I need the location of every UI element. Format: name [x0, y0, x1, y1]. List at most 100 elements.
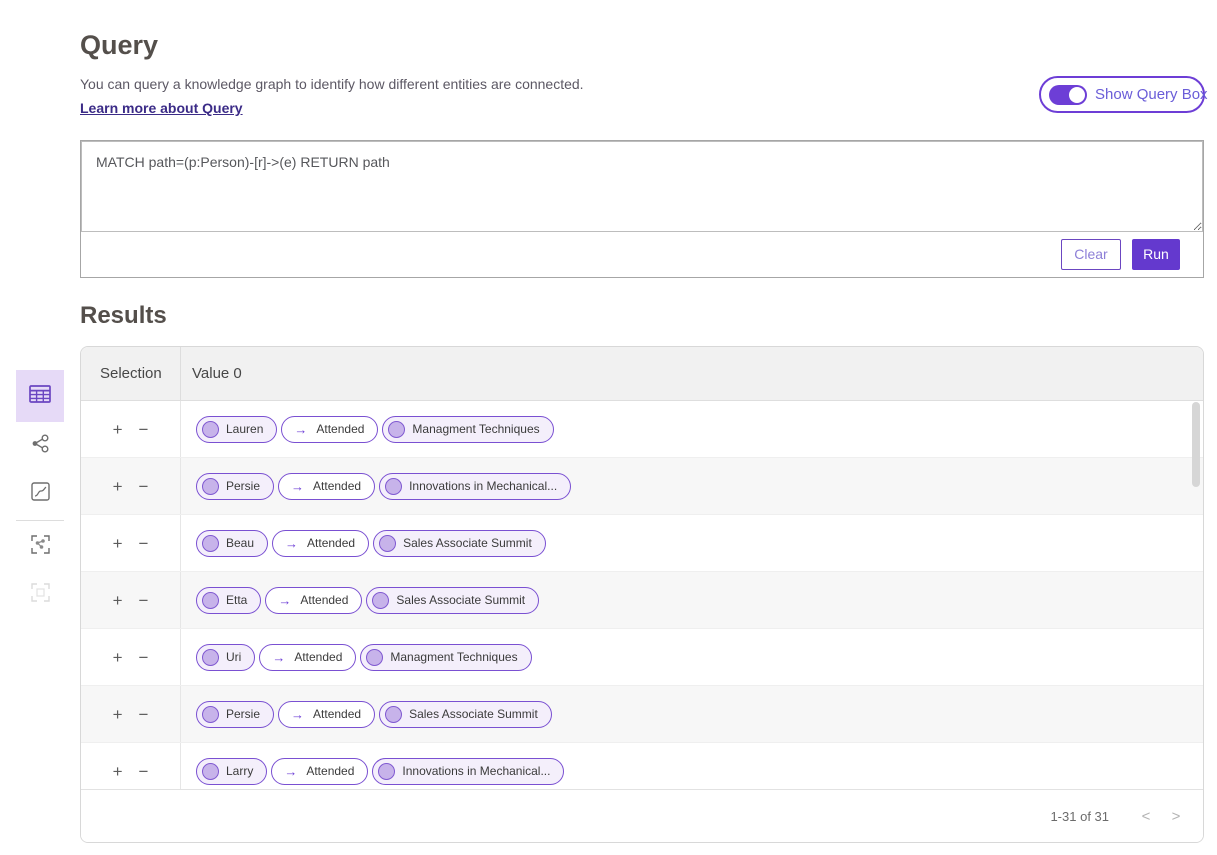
edge-label: Attended — [316, 422, 364, 436]
node-pill[interactable]: Persie — [196, 701, 274, 728]
sidebar-item-graph-view[interactable] — [16, 422, 64, 470]
add-selection-button[interactable]: + — [113, 592, 123, 609]
node-icon — [202, 535, 219, 552]
arrow-right-icon: → — [285, 536, 298, 551]
clear-button[interactable]: Clear — [1061, 239, 1121, 270]
table-row: + − Beau →Attended Sales Associate Summi… — [81, 515, 1203, 572]
add-selection-button[interactable]: + — [113, 763, 123, 780]
edge-pill[interactable]: → Attended — [281, 416, 378, 443]
path-cell: Etta → Attended Sales Associate Summit — [181, 572, 1203, 628]
path-cell: Lauren → Attended Managment Techniques — [181, 401, 1203, 457]
node-pill[interactable]: Innovations in Mechanical... — [379, 473, 571, 500]
node-pill[interactable]: Managment Techniques — [382, 416, 553, 443]
edge-pill[interactable]: →Attended — [272, 530, 369, 557]
node-pill[interactable]: Beau — [196, 530, 268, 557]
query-input[interactable]: MATCH path=(p:Person)-[r]->(e) RETURN pa… — [81, 141, 1203, 232]
table-row: + − Larry →Attended Innovations in Mecha… — [81, 743, 1203, 791]
node-icon — [202, 706, 219, 723]
sidebar-item-table-view[interactable] — [16, 370, 64, 422]
node-pill[interactable]: Sales Associate Summit — [379, 701, 552, 728]
remove-selection-button[interactable]: − — [139, 535, 149, 552]
table-body: + − Lauren → Attended Managment Technique… — [81, 401, 1203, 791]
toggle-label: Show Query Box — [1095, 86, 1208, 103]
node-pill[interactable]: Managment Techniques — [360, 644, 531, 671]
selection-cell: + − — [81, 401, 181, 457]
selection-cell: + − — [81, 629, 181, 685]
node-label: Beau — [226, 536, 254, 550]
add-selection-button[interactable]: + — [113, 706, 123, 723]
path-cell: Uri →Attended Managment Techniques — [181, 629, 1203, 685]
remove-selection-button[interactable]: − — [139, 592, 149, 609]
node-label: Uri — [226, 650, 241, 664]
node-pill[interactable]: Innovations in Mechanical... — [372, 758, 564, 785]
node-icon — [202, 421, 219, 438]
add-selection-button[interactable]: + — [113, 478, 123, 495]
remove-selection-button[interactable]: − — [139, 478, 149, 495]
node-pill[interactable]: Etta — [196, 587, 261, 614]
node-icon — [372, 592, 389, 609]
node-pill[interactable]: Lauren — [196, 416, 277, 443]
remove-selection-button[interactable]: − — [139, 706, 149, 723]
query-actions: Clear Run — [81, 231, 1203, 277]
table-header-row: Selection Value 0 — [81, 347, 1203, 401]
chevron-left-icon: < — [1142, 808, 1151, 825]
node-icon — [202, 649, 219, 666]
node-pill[interactable]: Sales Associate Summit — [366, 587, 539, 614]
node-pill[interactable]: Uri — [196, 644, 255, 671]
edge-pill[interactable]: →Attended — [271, 758, 368, 785]
path-cell: Larry →Attended Innovations in Mechanica… — [181, 743, 1203, 791]
arrow-right-icon: → — [278, 593, 291, 608]
add-selection-button[interactable]: + — [113, 421, 123, 438]
arrow-right-icon: → — [284, 764, 297, 779]
remove-selection-button[interactable]: − — [139, 649, 149, 666]
column-header-selection: Selection — [81, 347, 181, 400]
remove-selection-button[interactable]: − — [139, 763, 149, 780]
query-box: MATCH path=(p:Person)-[r]->(e) RETURN pa… — [80, 140, 1204, 278]
query-description: You can query a knowledge graph to ident… — [80, 76, 584, 92]
table-icon — [29, 385, 51, 408]
sidebar-divider — [16, 520, 64, 521]
table-scrollbar[interactable] — [1192, 402, 1200, 790]
prev-page-button[interactable]: < — [1131, 801, 1161, 831]
table-footer: 1-31 of 31 < > — [81, 789, 1203, 842]
arrow-right-icon: → — [294, 422, 307, 437]
node-label: Innovations in Mechanical... — [409, 479, 557, 493]
edge-pill[interactable]: →Attended — [259, 644, 356, 671]
edge-pill[interactable]: →Attended — [278, 701, 375, 728]
edge-pill[interactable]: → Attended — [265, 587, 362, 614]
add-selection-button[interactable]: + — [113, 649, 123, 666]
path-cell: Beau →Attended Sales Associate Summit — [181, 515, 1203, 571]
node-label: Sales Associate Summit — [409, 707, 538, 721]
frame-graph-icon — [31, 535, 50, 559]
sidebar-item-frame-graph-view[interactable] — [16, 523, 64, 571]
node-icon — [385, 478, 402, 495]
node-pill[interactable]: Persie — [196, 473, 274, 500]
node-pill[interactable]: Larry — [196, 758, 267, 785]
edge-pill[interactable]: →Attended — [278, 473, 375, 500]
node-label: Managment Techniques — [412, 422, 539, 436]
sidebar-item-chart-view[interactable] — [16, 470, 64, 518]
node-pill[interactable]: Sales Associate Summit — [373, 530, 546, 557]
show-query-box-toggle[interactable]: Show Query Box — [1039, 76, 1205, 113]
edge-label: Attended — [300, 593, 348, 607]
next-page-button[interactable]: > — [1161, 801, 1191, 831]
selection-cell: + − — [81, 686, 181, 742]
remove-selection-button[interactable]: − — [139, 421, 149, 438]
node-icon — [385, 706, 402, 723]
node-label: Lauren — [226, 422, 263, 436]
toggle-switch-icon[interactable] — [1049, 85, 1087, 105]
table-row: + − Persie →Attended Innovations in Mech… — [81, 458, 1203, 515]
selection-cell: + − — [81, 572, 181, 628]
frame-disabled-icon — [31, 583, 50, 607]
node-label: Managment Techniques — [390, 650, 517, 664]
node-label: Etta — [226, 593, 247, 607]
node-icon — [202, 478, 219, 495]
node-icon — [378, 763, 395, 780]
scrollbar-thumb[interactable] — [1192, 402, 1200, 487]
learn-more-link[interactable]: Learn more about Query — [80, 100, 243, 116]
add-selection-button[interactable]: + — [113, 535, 123, 552]
page-title: Query — [80, 30, 158, 61]
run-button[interactable]: Run — [1132, 239, 1180, 270]
sidebar-item-expand-view-disabled — [16, 571, 64, 619]
node-label: Sales Associate Summit — [396, 593, 525, 607]
